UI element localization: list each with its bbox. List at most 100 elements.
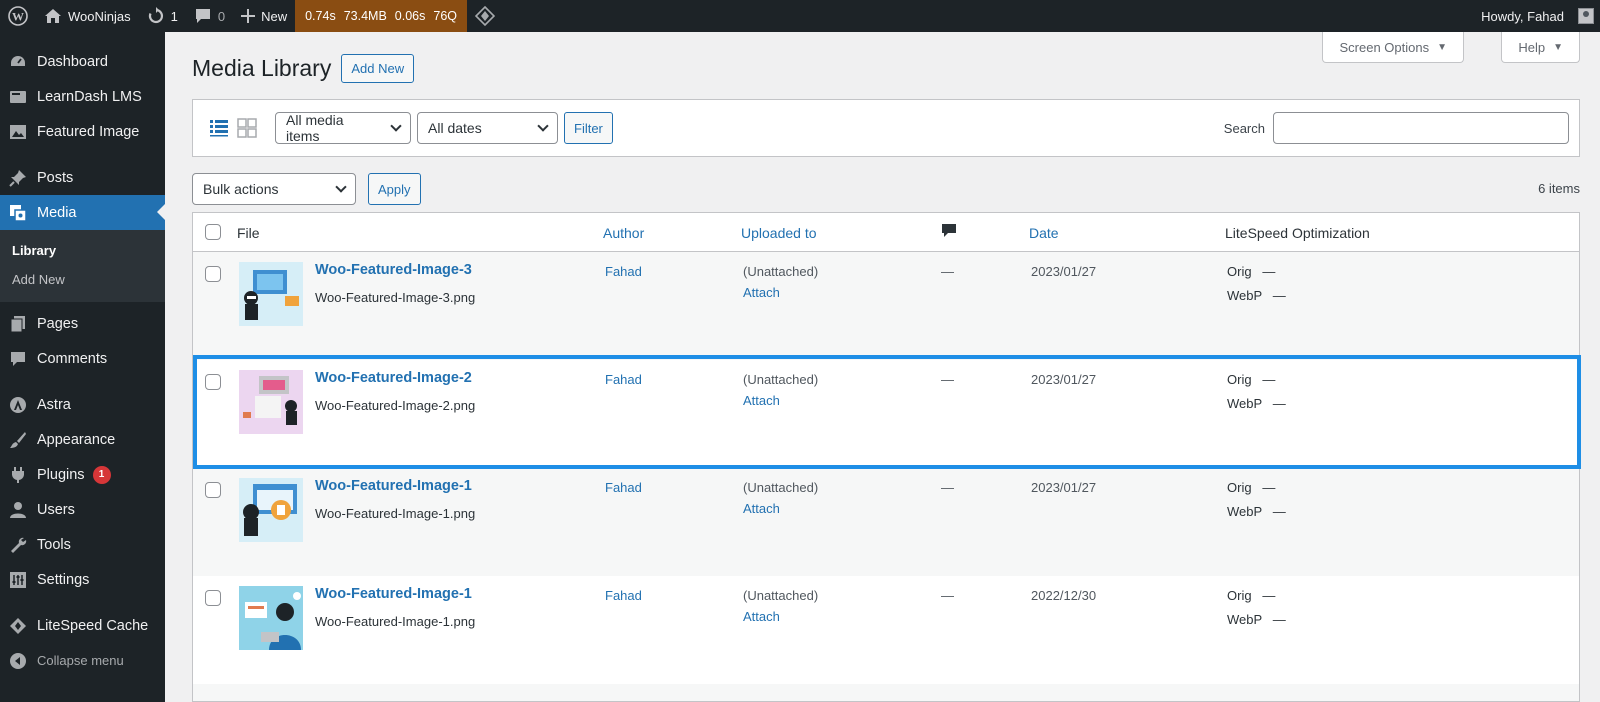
- astra-icon: [8, 395, 28, 415]
- column-header-author[interactable]: Author: [603, 225, 644, 241]
- attach-link[interactable]: Attach: [743, 393, 780, 408]
- media-title-link[interactable]: Woo-Featured-Image-1: [315, 478, 472, 494]
- apply-button[interactable]: Apply: [368, 173, 421, 205]
- sidebar-item-label: Appearance: [37, 431, 116, 448]
- sidebar-item-learndash[interactable]: LearnDash LMS: [0, 79, 165, 114]
- column-header-file[interactable]: File: [237, 225, 260, 241]
- row-checkbox[interactable]: [205, 374, 221, 390]
- sidebar-item-settings[interactable]: Settings: [0, 562, 165, 597]
- sidebar-item-appearance[interactable]: Appearance: [0, 422, 165, 457]
- plus-icon: [241, 9, 256, 23]
- media-title-link[interactable]: Woo-Featured-Image-3: [315, 262, 472, 278]
- select-all-checkbox[interactable]: [205, 224, 221, 240]
- filter-button[interactable]: Filter: [564, 112, 613, 144]
- comments-link[interactable]: 0: [186, 0, 233, 32]
- page-header: Media Library Add New: [192, 54, 415, 83]
- wordpress-logo-icon[interactable]: W: [0, 0, 36, 32]
- column-header-litespeed: LiteSpeed Optimization: [1225, 225, 1370, 241]
- submenu-item-library[interactable]: Library: [0, 236, 165, 265]
- sidebar-item-users[interactable]: Users: [0, 492, 165, 527]
- sidebar-item-astra[interactable]: Astra: [0, 387, 165, 422]
- updates-link[interactable]: 1: [139, 0, 186, 32]
- date-filter-select[interactable]: All dates: [417, 112, 558, 144]
- column-header-uploaded-to[interactable]: Uploaded to: [741, 225, 817, 241]
- media-thumbnail[interactable]: [239, 370, 303, 434]
- greeting: Howdy, Fahad: [1481, 8, 1564, 24]
- search-label: Search: [1223, 120, 1265, 136]
- comments-icon: [8, 349, 28, 369]
- author-link[interactable]: Fahad: [605, 588, 642, 603]
- brush-icon: [8, 430, 28, 450]
- media-thumbnail[interactable]: [239, 478, 303, 542]
- help-label: Help: [1518, 39, 1546, 55]
- media-submenu: Library Add New: [0, 230, 165, 302]
- perf-time: 0.74s: [305, 9, 336, 23]
- admin-sidebar: Dashboard LearnDash LMS Featured Image P…: [0, 32, 165, 702]
- chevron-down-icon: [390, 120, 402, 132]
- site-name-link[interactable]: WooNinjas: [36, 0, 139, 32]
- sidebar-item-plugins[interactable]: Plugins 1: [0, 457, 165, 492]
- query-monitor-stats[interactable]: 0.74s 73.4MB 0.06s 76Q: [295, 0, 468, 32]
- new-content-link[interactable]: New: [233, 0, 295, 32]
- grid-view-icon[interactable]: [237, 118, 257, 138]
- site-name: WooNinjas: [68, 8, 131, 24]
- litespeed-diamond-icon[interactable]: [467, 0, 503, 32]
- media-title-link[interactable]: Woo-Featured-Image-1: [315, 586, 472, 602]
- my-account-link[interactable]: Howdy, Fahad: [1473, 0, 1600, 32]
- media-title-link[interactable]: Woo-Featured-Image-2: [315, 370, 472, 386]
- sidebar-item-tools[interactable]: Tools: [0, 527, 165, 562]
- row-checkbox[interactable]: [205, 482, 221, 498]
- chevron-down-icon: [537, 120, 549, 132]
- author-link[interactable]: Fahad: [605, 372, 642, 387]
- media-type-select[interactable]: All media items: [275, 112, 411, 144]
- help-button[interactable]: Help ▼: [1501, 32, 1580, 63]
- bulk-actions-value: Bulk actions: [203, 181, 279, 197]
- author-link[interactable]: Fahad: [605, 480, 642, 495]
- perf-queries: 76Q: [433, 9, 458, 23]
- litespeed-webp-status: WebP —: [1227, 288, 1286, 303]
- admin-bar: W WooNinjas 1 0 New 0.74s 73.4MB 0.06s 7…: [0, 0, 1600, 32]
- sidebar-item-featured-image[interactable]: Featured Image: [0, 114, 165, 149]
- sidebar-item-media[interactable]: Media: [0, 195, 165, 230]
- sidebar-item-pages[interactable]: Pages: [0, 306, 165, 341]
- comments-count: —: [941, 264, 954, 279]
- media-filename: Woo-Featured-Image-1.png: [315, 614, 476, 629]
- perf-db-time: 0.06s: [394, 9, 426, 23]
- screen-options-button[interactable]: Screen Options ▼: [1322, 32, 1464, 63]
- sidebar-item-label: Settings: [37, 571, 90, 588]
- perf-memory: 73.4MB: [343, 9, 387, 23]
- attach-link[interactable]: Attach: [743, 501, 780, 516]
- author-link[interactable]: Fahad: [605, 264, 642, 279]
- attach-link[interactable]: Attach: [743, 609, 780, 624]
- submenu-item-add-new[interactable]: Add New: [0, 265, 165, 294]
- sidebar-item-posts[interactable]: Posts: [0, 160, 165, 195]
- column-header-date[interactable]: Date: [1029, 225, 1059, 241]
- search-input[interactable]: [1273, 112, 1569, 144]
- plugin-icon: [8, 465, 28, 485]
- pin-icon: [8, 168, 28, 188]
- media-type-value: All media items: [286, 112, 344, 144]
- comment-bubble-icon[interactable]: [941, 223, 957, 242]
- add-new-button[interactable]: Add New: [341, 54, 415, 83]
- media-thumbnail[interactable]: [239, 262, 303, 326]
- table-row: Woo-Featured-Image-3 Woo-Featured-Image-…: [193, 252, 1579, 360]
- page-title: Media Library: [192, 55, 332, 81]
- media-thumbnail[interactable]: [239, 586, 303, 650]
- bulk-actions-select[interactable]: Bulk actions: [192, 173, 356, 205]
- sidebar-item-litespeed-cache[interactable]: LiteSpeed Cache: [0, 608, 165, 643]
- row-checkbox[interactable]: [205, 266, 221, 282]
- sidebar-item-label: Comments: [37, 350, 108, 367]
- home-icon: [45, 9, 61, 23]
- list-view-icon[interactable]: [209, 118, 229, 138]
- row-checkbox[interactable]: [205, 590, 221, 606]
- collapse-menu-button[interactable]: Collapse menu: [0, 643, 165, 678]
- sidebar-item-comments[interactable]: Comments: [0, 341, 165, 376]
- media-toolbar: All media items All dates Filter Search: [192, 99, 1580, 157]
- table-row: Woo-Featured-Image-1 Woo-Featured-Image-…: [193, 468, 1579, 576]
- comment-bubble-icon: [195, 9, 210, 23]
- media-table: File Author Uploaded to Date LiteSpeed O…: [192, 212, 1580, 702]
- pages-icon: [8, 314, 28, 334]
- caret-down-icon: ▼: [1553, 41, 1563, 53]
- attach-link[interactable]: Attach: [743, 285, 780, 300]
- sidebar-item-dashboard[interactable]: Dashboard: [0, 44, 165, 79]
